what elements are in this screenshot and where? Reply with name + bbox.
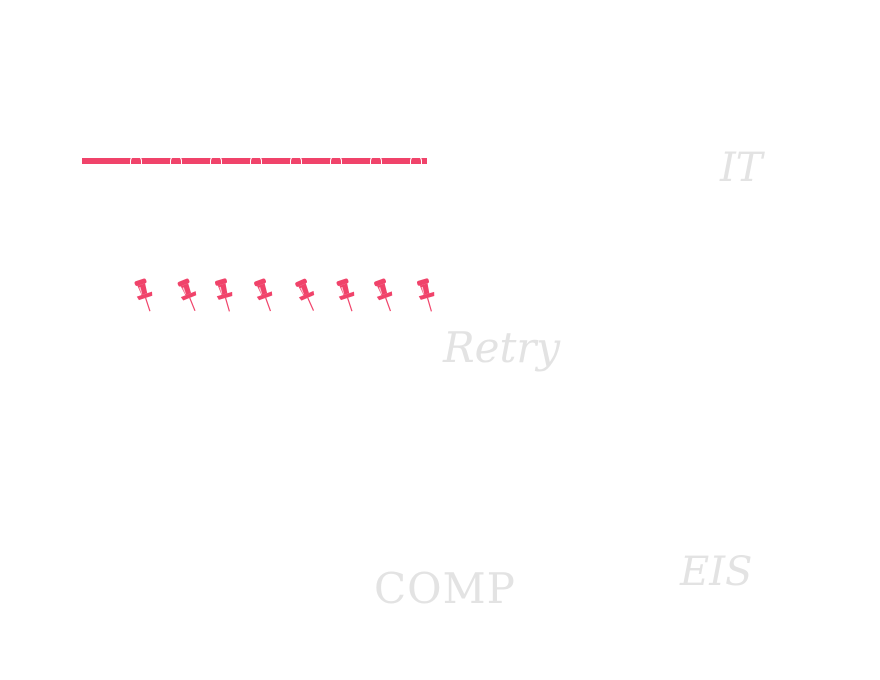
word-it[interactable]: IT: [720, 148, 762, 188]
binder-ring-icon: [210, 155, 222, 164]
binder-ring-icon: [330, 155, 342, 164]
pushpin-icon: [334, 278, 360, 314]
notebook-binding-strip: [82, 155, 427, 164]
binder-ring-icon: [130, 155, 142, 164]
binder-ring-icon: [170, 155, 182, 164]
word-comp[interactable]: COMP: [374, 568, 516, 610]
pushpin-icon: [212, 278, 238, 314]
binder-ring-icon: [370, 155, 382, 164]
binder-ring-icon: [290, 155, 302, 164]
pushpin-icon: [176, 278, 202, 314]
pushpin-icon: [372, 278, 398, 314]
pushpin-icon: [294, 278, 320, 314]
binder-ring-icon: [250, 155, 262, 164]
pushpin-icon: [132, 278, 158, 314]
pushpin-row: [132, 278, 452, 318]
word-retry[interactable]: Retry: [443, 327, 560, 369]
pushpin-icon: [414, 278, 440, 314]
word-eis[interactable]: EIS: [680, 552, 752, 592]
binder-ring-icon: [410, 155, 422, 164]
pushpin-icon: [252, 278, 278, 314]
